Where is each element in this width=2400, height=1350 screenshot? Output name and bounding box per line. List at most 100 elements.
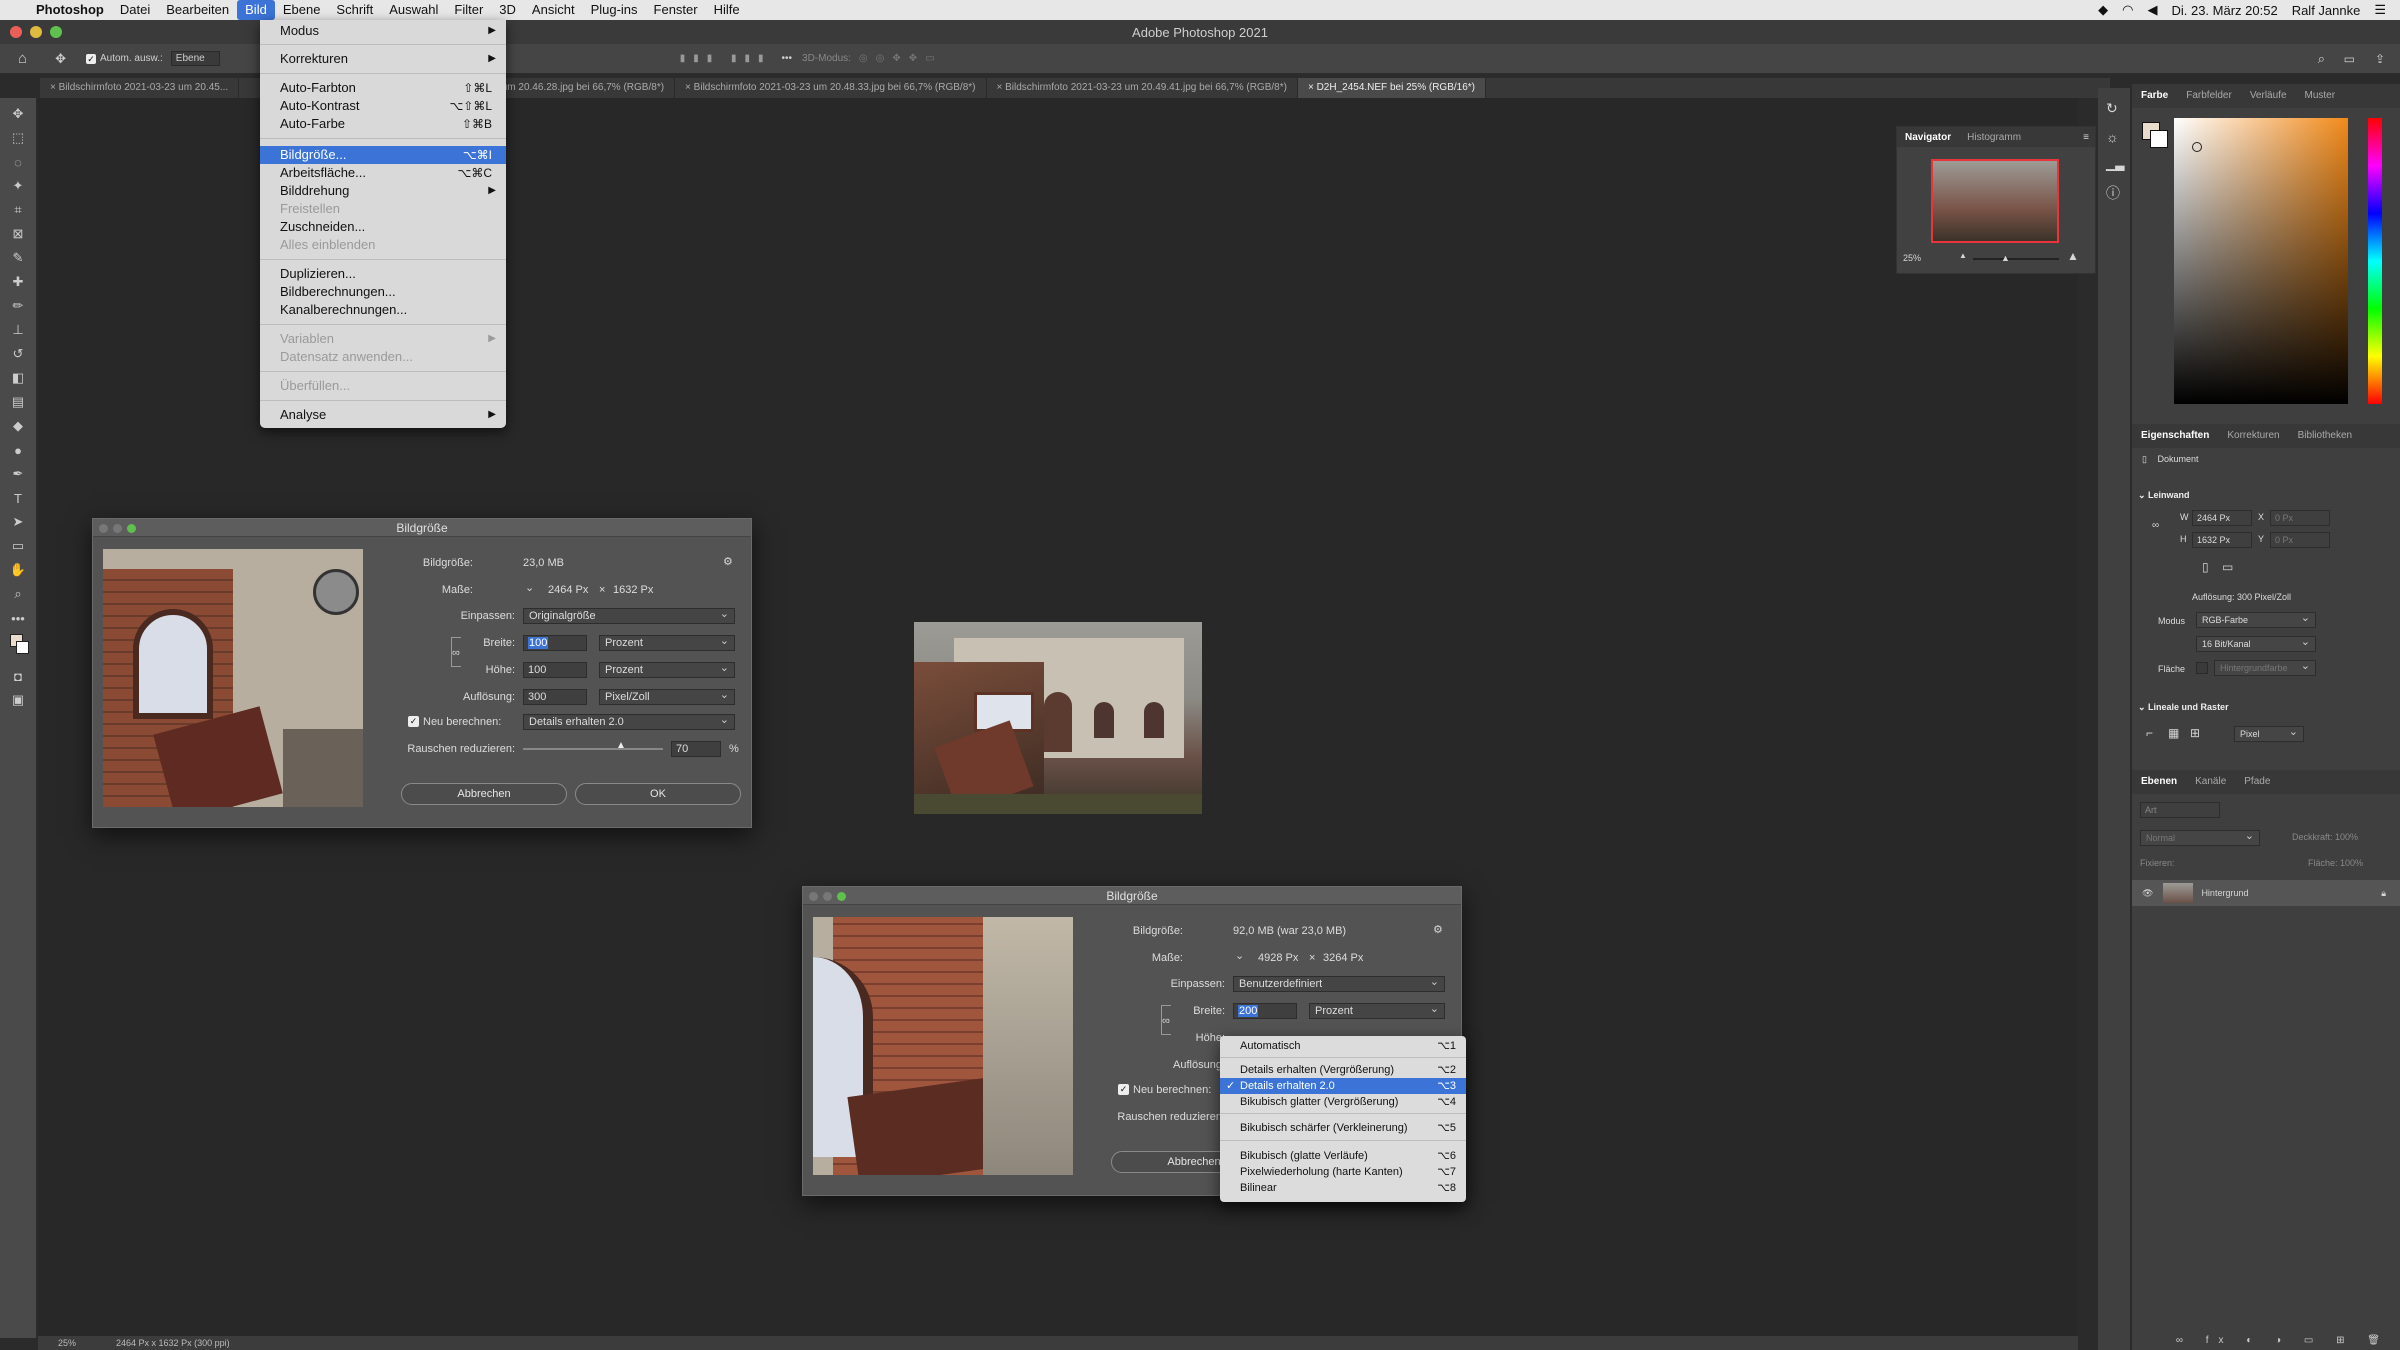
tab-doc-5[interactable]: × D2H_2454.NEF bei 25% (RGB/16*) — [1297, 78, 1486, 98]
menu-plugins[interactable]: Plug-ins — [583, 0, 646, 20]
blur-tool-icon[interactable]: ◆ — [7, 416, 29, 436]
resample-option-pixelwiederholung[interactable]: Pixelwiederholung (harte Kanten) ⌥7 — [1220, 1164, 1466, 1180]
unit-select[interactable]: Pixel — [2234, 725, 2304, 742]
menu-ebene[interactable]: Ebene — [275, 0, 329, 20]
breite-input[interactable]: 100 — [523, 635, 587, 651]
ok-button[interactable]: OK — [575, 783, 741, 805]
hoehe-unit-select[interactable]: Prozent — [599, 661, 735, 678]
menu-item-modus[interactable]: Modus ▶ — [260, 22, 506, 40]
portrait-icon[interactable]: ▯ — [2202, 560, 2209, 574]
pen-tool-icon[interactable]: ✒ — [7, 464, 29, 484]
menu-item-auto-kontrast[interactable]: Auto-Kontrast ⌥⇧⌘L — [260, 97, 506, 115]
menu-item-duplizieren[interactable]: Duplizieren... — [260, 265, 506, 283]
modus-select[interactable]: RGB-Farbe — [2196, 611, 2316, 628]
volume-icon[interactable]: ◀ — [2147, 2, 2157, 18]
bit-select[interactable]: 16 Bit/Kanal — [2196, 635, 2316, 652]
zoom-tool-icon[interactable]: ⌕ — [7, 584, 29, 604]
neu-berechnen-checkbox[interactable]: ✓ — [408, 716, 419, 727]
histogram-icon[interactable]: ▁▃ — [2106, 157, 2124, 171]
cancel-button[interactable]: Abbrechen — [401, 783, 567, 805]
adjust-icon[interactable]: ☼ — [2106, 129, 2122, 145]
tab-kanaele[interactable]: Kanäle — [2186, 770, 2235, 794]
menu-item-kanalberechnungen[interactable]: Kanalberechnungen... — [260, 301, 506, 319]
color-picker-field[interactable] — [2174, 118, 2348, 404]
path-select-icon[interactable]: ➤ — [7, 512, 29, 532]
screen-mode-icon[interactable]: ▣ — [7, 690, 29, 710]
layer-name[interactable]: Hintergrund — [2201, 888, 2248, 898]
history-brush-icon[interactable]: ↺ — [7, 344, 29, 364]
tab-muster[interactable]: Muster — [2296, 84, 2345, 108]
h-field[interactable]: 1632 Px — [2192, 532, 2252, 548]
minimize-window-button[interactable] — [30, 26, 42, 38]
resample-option-bikubisch-schaerfer[interactable]: Bikubisch schärfer (Verkleinerung) ⌥5 — [1220, 1120, 1466, 1136]
eyedropper-icon[interactable]: ✎ — [7, 248, 29, 268]
user-name[interactable]: Ralf Jannke — [2292, 3, 2361, 18]
rauschen-slider-handle[interactable]: ▲ — [616, 740, 626, 751]
einpassen-select[interactable]: Originalgröße — [523, 607, 735, 624]
search-icon[interactable]: ⌕ — [2318, 51, 2325, 67]
home-icon[interactable]: ⌂ — [18, 50, 27, 67]
share-icon[interactable]: ⇪ — [2375, 52, 2385, 66]
zoom-out-icon[interactable]: ▲ — [1959, 251, 1967, 260]
gradient-tool-icon[interactable]: ▤ — [7, 392, 29, 412]
marquee-tool-icon[interactable]: ⬚ — [7, 128, 29, 148]
align-icons[interactable]: ▮▮▮ ▮▮▮ — [680, 53, 772, 64]
menu-item-bilddrehung[interactable]: Bilddrehung ▶ — [260, 182, 506, 200]
tab-farbe[interactable]: Farbe — [2132, 84, 2177, 108]
breite-unit-select[interactable]: Prozent — [599, 634, 735, 651]
neu-berechnen-checkbox[interactable]: ✓ — [1118, 1084, 1129, 1095]
tab-pfade[interactable]: Pfade — [2235, 770, 2279, 794]
menu-fenster[interactable]: Fenster — [646, 0, 706, 20]
menu-hilfe[interactable]: Hilfe — [706, 0, 748, 20]
resample-option-details-vergr[interactable]: Details erhalten (Vergrößerung) ⌥2 — [1220, 1062, 1466, 1078]
dialog-close-button[interactable] — [99, 524, 108, 533]
auto-select-target[interactable]: Ebene — [170, 51, 220, 66]
w-field[interactable]: 2464 Px — [2192, 510, 2252, 526]
healing-brush-icon[interactable]: ✚ — [7, 272, 29, 292]
document-image[interactable] — [914, 622, 1202, 814]
menu-auswahl[interactable]: Auswahl — [381, 0, 446, 20]
layer-search[interactable]: Art — [2140, 802, 2220, 818]
info-icon[interactable]: ⓘ — [2106, 183, 2122, 203]
more-tools-icon[interactable]: ••• — [7, 608, 29, 628]
resample-option-automatisch[interactable]: Automatisch ⌥1 — [1220, 1038, 1466, 1054]
workspace-icon[interactable]: ▭ — [2344, 52, 2355, 66]
rauschen-input[interactable]: 70 — [671, 741, 721, 757]
masse-dropdown-icon[interactable]: ⌄ — [525, 581, 534, 594]
aufloesung-unit-select[interactable]: Pixel/Zoll — [599, 688, 735, 705]
tab-navigator[interactable]: Navigator — [1897, 132, 1959, 143]
color-swatches-icon[interactable] — [7, 632, 29, 662]
zoom-slider[interactable] — [1973, 258, 2059, 260]
tab-histogramm[interactable]: Histogramm — [1959, 132, 2029, 143]
resample-option-details-2[interactable]: ✓ Details erhalten 2.0 ⌥3 — [1220, 1078, 1466, 1094]
tab-ebenen[interactable]: Ebenen — [2132, 770, 2186, 794]
settings-gear-icon[interactable]: ⚙ — [1433, 923, 1443, 936]
brush-tool-icon[interactable]: ✏ — [7, 296, 29, 316]
move-tool-icon[interactable]: ✥ — [7, 104, 29, 124]
menu-ansicht[interactable]: Ansicht — [524, 0, 583, 20]
landscape-icon[interactable]: ▭ — [2222, 560, 2233, 574]
tab-doc-1[interactable]: × Bildschirmfoto 2021-03-23 um 20.45... — [40, 78, 240, 98]
menu-datei[interactable]: Datei — [112, 0, 158, 20]
menu-app[interactable]: Photoshop — [28, 0, 112, 20]
flaeche-swatch[interactable] — [2196, 662, 2208, 674]
tab-eigenschaften[interactable]: Eigenschaften — [2132, 424, 2218, 448]
magic-wand-icon[interactable]: ✦ — [7, 176, 29, 196]
zoom-in-icon[interactable]: ▲ — [2067, 249, 2079, 263]
dodge-tool-icon[interactable]: ● — [7, 440, 29, 460]
menu-bearbeiten[interactable]: Bearbeiten — [158, 0, 237, 20]
resample-option-bikubisch-glatter[interactable]: Bikubisch glatter (Vergrößerung) ⌥4 — [1220, 1094, 1466, 1110]
lasso-tool-icon[interactable]: ◌ — [7, 152, 29, 172]
menu-filter[interactable]: Filter — [446, 0, 491, 20]
resample-select[interactable]: Details erhalten 2.0 — [523, 713, 735, 730]
zoom-window-button[interactable] — [50, 26, 62, 38]
masse-dropdown-icon[interactable]: ⌄ — [1235, 949, 1244, 962]
move-tool-icon[interactable]: ✥ — [55, 51, 66, 67]
settings-gear-icon[interactable]: ⚙ — [723, 555, 733, 568]
resample-option-bilinear[interactable]: Bilinear ⌥8 — [1220, 1180, 1466, 1196]
close-window-button[interactable] — [10, 26, 22, 38]
tab-korrekturen[interactable]: Korrekturen — [2218, 424, 2288, 448]
dialog-zoom-button[interactable] — [837, 892, 846, 901]
layer-row[interactable]: 👁 Hintergrund 🔒︎ — [2132, 880, 2400, 906]
menu-item-zuschneiden[interactable]: Zuschneiden... — [260, 218, 506, 236]
